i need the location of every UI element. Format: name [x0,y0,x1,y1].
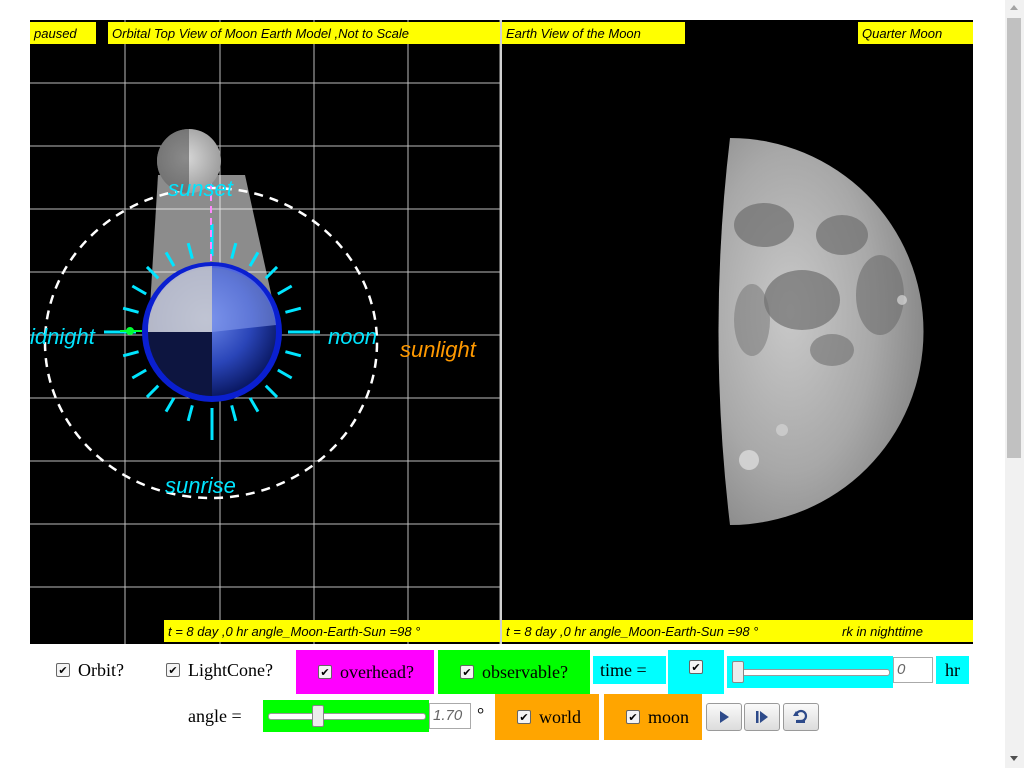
earth-view-panel: Earth View of the Moon Quarter Moon t = … [502,20,973,644]
earth-view-title: Earth View of the Moon [502,22,685,44]
time-input[interactable]: 0 [893,657,933,683]
step-icon [756,711,768,723]
noon-label: noon [328,324,377,349]
overhead-label: overhead? [340,661,414,682]
observable-label: observable? [482,661,568,682]
hour-tick [186,405,194,422]
moon-checkbox[interactable]: ✔ [626,710,640,724]
moon-phase-image [718,138,924,525]
angle-label: angle = [188,705,242,726]
earth-view-canvas [718,138,924,525]
hour-tick [164,397,176,413]
lightcone-label: LightCone? [188,659,273,680]
observer-dot[interactable] [126,327,134,335]
moon-phase-label: Quarter Moon [858,22,973,44]
lightcone-checkbox[interactable]: ✔ [166,663,180,677]
hour-tick [277,368,293,380]
earth[interactable] [142,262,282,402]
angle-slider[interactable] [268,713,426,720]
time-unit: hr [945,659,960,680]
orbital-view-canvas[interactable]: sunset sunrise noon idnight sunlight [30,20,500,644]
overhead-toggle[interactable]: ✔ overhead? [296,650,434,694]
orbit-toggle[interactable]: ✔ Orbit? [56,656,124,684]
step-button[interactable] [744,703,780,731]
earth-view-footer: t = 8 day ,0 hr angle_Moon-Earth-Sun =98… [502,620,838,642]
world-toggle[interactable]: ✔ world [495,694,599,740]
play-button[interactable] [706,703,742,731]
time-checkbox[interactable]: ✔ [689,660,703,674]
orbital-view-title: Orbital Top View of Moon Earth Model ,No… [108,22,500,44]
lightcone-toggle[interactable]: ✔ LightCone? [166,656,273,684]
scroll-down-arrow[interactable] [1010,756,1018,761]
hour-tick [285,306,302,314]
play-icon [720,711,729,723]
observable-checkbox[interactable]: ✔ [460,665,474,679]
hour-tick [264,265,279,280]
reset-button[interactable] [783,703,819,731]
orbit-label: Orbit? [78,659,124,680]
time-slider[interactable] [732,669,890,676]
moon-label: moon [648,706,690,727]
midnight-label: idnight [30,324,96,349]
moon-toggle[interactable]: ✔ moon [604,694,702,740]
sunset-label: sunset [168,176,234,201]
observable-toggle[interactable]: ✔ observable? [438,650,590,694]
hour-tick [285,350,302,358]
hour-tick [264,384,279,399]
time-label: time = [600,659,647,680]
sunlight-label: sunlight [400,337,477,362]
hour-tick [248,397,260,413]
angle-input[interactable]: 1.70 [429,703,471,729]
hour-tick [131,284,147,296]
angle-unit: ° [477,703,485,724]
page-scrollbar[interactable] [1005,0,1024,768]
hour-tick [277,284,293,296]
hour-tick [230,405,238,422]
world-label: world [539,706,581,727]
scroll-up-arrow[interactable] [1010,5,1018,10]
scroll-thumb[interactable] [1007,18,1021,458]
status-label: paused [30,22,96,44]
angle-label-box: angle = [188,702,242,730]
hour-tick [131,368,147,380]
orbital-view-panel[interactable]: sunset sunrise noon idnight sunlight pau… [30,20,500,644]
hour-tick [145,384,160,399]
sunrise-label: sunrise [165,473,236,498]
orbital-view-footer: t = 8 day ,0 hr angle_Moon-Earth-Sun =98… [164,620,500,642]
world-checkbox[interactable]: ✔ [517,710,531,724]
reset-icon [793,709,808,723]
time-unit-box: hr [936,656,969,684]
time-slider-thumb[interactable] [732,661,744,683]
nighttime-footer: rk in nighttime [838,620,973,642]
orbit-checkbox[interactable]: ✔ [56,663,70,677]
time-play-toggle[interactable]: ✔ [668,650,724,694]
overhead-checkbox[interactable]: ✔ [318,665,332,679]
time-label-box: time = [593,656,666,684]
angle-slider-thumb[interactable] [311,705,324,727]
